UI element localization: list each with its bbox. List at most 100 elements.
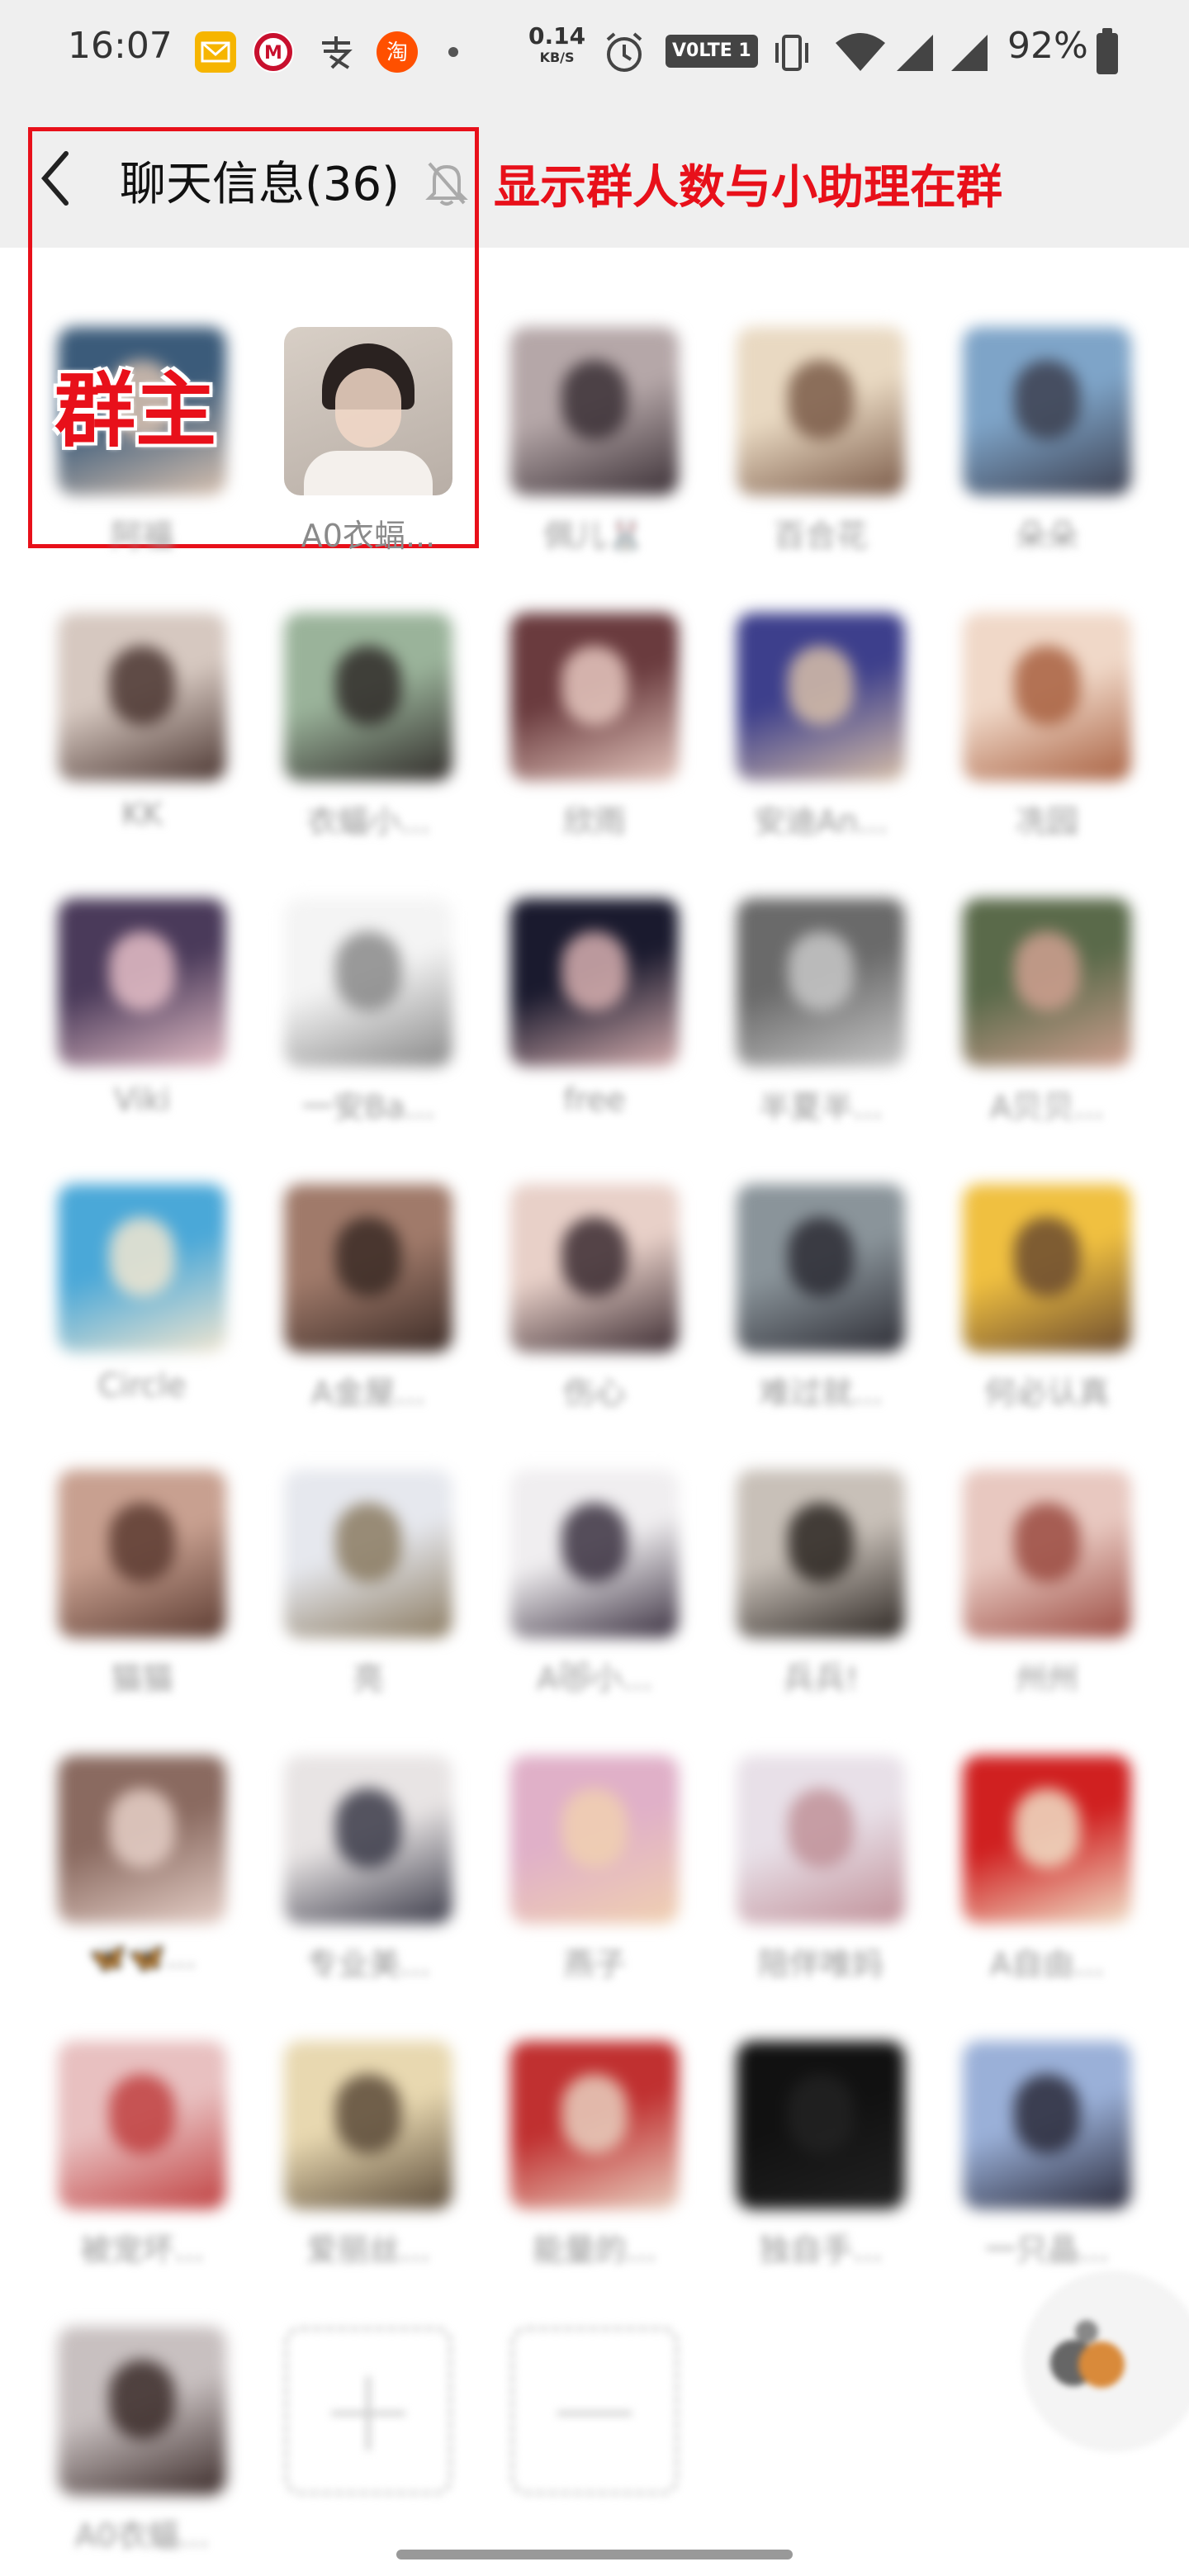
member-item[interactable]: 安迪An... bbox=[722, 555, 920, 840]
member-avatar[interactable] bbox=[963, 613, 1131, 781]
mail-app-icon bbox=[195, 31, 236, 73]
member-avatar[interactable] bbox=[284, 327, 452, 495]
member-avatar[interactable] bbox=[737, 1755, 905, 1924]
member-item[interactable]: A0衣蝠... bbox=[43, 2269, 241, 2554]
member-name: 燕子 bbox=[562, 1946, 626, 1982]
member-avatar[interactable] bbox=[963, 1755, 1131, 1924]
member-avatar[interactable] bbox=[284, 2041, 452, 2209]
taobao-app-icon: 淘 bbox=[377, 31, 418, 73]
member-avatar[interactable] bbox=[58, 1470, 226, 1638]
plus-icon[interactable] bbox=[284, 2327, 452, 2495]
member-avatar[interactable] bbox=[510, 327, 679, 495]
member-avatar[interactable] bbox=[963, 1470, 1131, 1638]
remove-member-button[interactable] bbox=[495, 2269, 694, 2533]
member-item[interactable]: 能量的... bbox=[495, 1983, 694, 2268]
home-indicator[interactable] bbox=[396, 2550, 793, 2559]
member-item[interactable]: A金屋... bbox=[269, 1126, 467, 1411]
member-avatar[interactable] bbox=[737, 898, 905, 1067]
member-avatar[interactable] bbox=[510, 613, 679, 781]
floating-assistant-button[interactable] bbox=[1022, 2271, 1189, 2452]
member-item[interactable]: 猫猫 bbox=[43, 1412, 241, 1697]
member-name: 兵兵! bbox=[783, 1660, 859, 1697]
member-item[interactable]: 州州 bbox=[948, 1412, 1146, 1697]
member-item[interactable]: 何必认真 bbox=[948, 1126, 1146, 1411]
svg-text:M: M bbox=[264, 43, 282, 64]
member-avatar[interactable] bbox=[284, 1755, 452, 1924]
member-item[interactable]: 独自手... bbox=[722, 1983, 920, 2268]
member-item[interactable]: A0衣蝠... bbox=[269, 269, 467, 554]
member-avatar[interactable] bbox=[737, 1184, 905, 1352]
member-item[interactable]: 衣蝠小... bbox=[269, 555, 467, 840]
member-avatar[interactable] bbox=[284, 1184, 452, 1352]
member-avatar[interactable] bbox=[963, 2041, 1131, 2209]
member-item[interactable]: 佩儿🐰 bbox=[495, 269, 694, 554]
member-avatar[interactable] bbox=[58, 2041, 226, 2209]
member-item[interactable]: 🦋🦋... bbox=[43, 1698, 241, 1975]
member-avatar[interactable] bbox=[963, 1184, 1131, 1352]
member-item[interactable]: Circle bbox=[43, 1126, 241, 1404]
member-avatar[interactable] bbox=[58, 1755, 226, 1924]
member-name: Circle bbox=[97, 1367, 187, 1404]
member-name: A贝贝... bbox=[989, 1089, 1105, 1125]
member-avatar[interactable] bbox=[510, 1470, 679, 1638]
member-name: A0衣蝠... bbox=[74, 2517, 210, 2554]
member-name: 专业美... bbox=[306, 1946, 431, 1982]
member-avatar[interactable] bbox=[58, 1184, 226, 1352]
member-avatar[interactable] bbox=[737, 613, 905, 781]
member-item[interactable]: 陪伴唯妈 bbox=[722, 1698, 920, 1982]
member-avatar[interactable] bbox=[58, 898, 226, 1067]
member-avatar[interactable] bbox=[284, 898, 452, 1067]
member-item[interactable]: 亮 bbox=[269, 1412, 467, 1697]
member-item[interactable]: 燕子 bbox=[495, 1698, 694, 1982]
minus-icon[interactable] bbox=[510, 2327, 679, 2495]
member-name: A自由... bbox=[989, 1946, 1105, 1982]
add-member-button[interactable] bbox=[269, 2269, 467, 2533]
member-avatar[interactable] bbox=[510, 1184, 679, 1352]
alarm-icon bbox=[603, 30, 646, 79]
notification-dot-icon bbox=[448, 47, 458, 57]
member-item[interactable]: 爱丽丝... bbox=[269, 1983, 467, 2268]
member-avatar[interactable] bbox=[284, 613, 452, 781]
member-item[interactable]: 冼园 bbox=[948, 555, 1146, 840]
member-item[interactable]: 一安Ba... bbox=[269, 841, 467, 1125]
member-item[interactable]: 难过就... bbox=[722, 1126, 920, 1411]
member-item[interactable]: free bbox=[495, 841, 694, 1118]
member-avatar[interactable] bbox=[58, 613, 226, 781]
member-name: 一只晶... bbox=[984, 2232, 1110, 2268]
member-item[interactable]: 专业美... bbox=[269, 1698, 467, 1982]
member-item[interactable]: 一只晶... bbox=[948, 1983, 1146, 2268]
member-name: 州州 bbox=[1015, 1660, 1078, 1697]
member-name: 亮 bbox=[352, 1660, 384, 1697]
member-name: 阿福 bbox=[110, 518, 173, 554]
member-item[interactable]: 百合花 bbox=[722, 269, 920, 554]
member-name: 伤心 bbox=[562, 1375, 626, 1411]
annotation-member-count: 显示群人数与小助理在群 bbox=[494, 161, 1002, 215]
member-avatar[interactable] bbox=[510, 898, 679, 1067]
member-avatar[interactable] bbox=[510, 2041, 679, 2209]
member-avatar[interactable] bbox=[963, 898, 1131, 1067]
member-avatar[interactable] bbox=[963, 327, 1131, 495]
member-item[interactable]: Viki bbox=[43, 841, 241, 1118]
member-avatar[interactable] bbox=[737, 1470, 905, 1638]
annotation-owner-label: 群主 bbox=[54, 364, 217, 458]
member-item[interactable]: 朵朵 bbox=[948, 269, 1146, 554]
member-avatar[interactable] bbox=[737, 2041, 905, 2209]
member-item[interactable]: 半夏半... bbox=[722, 841, 920, 1125]
member-item[interactable]: A贝贝... bbox=[948, 841, 1146, 1125]
member-item[interactable]: KK bbox=[43, 555, 241, 832]
member-item[interactable]: A😻小... bbox=[495, 1412, 694, 1697]
member-item[interactable]: 欣雨 bbox=[495, 555, 694, 840]
member-name: 被宠坏... bbox=[79, 2232, 205, 2268]
member-item[interactable]: 被宠坏... bbox=[43, 1983, 241, 2268]
member-avatar[interactable] bbox=[284, 1470, 452, 1638]
member-avatar[interactable] bbox=[510, 1755, 679, 1924]
member-item[interactable]: 兵兵! bbox=[722, 1412, 920, 1697]
alipay-app-icon bbox=[315, 31, 357, 73]
member-item[interactable]: A自由... bbox=[948, 1698, 1146, 1982]
member-item[interactable]: 伤心 bbox=[495, 1126, 694, 1411]
member-name: 陪伴唯妈 bbox=[757, 1946, 883, 1982]
member-name: 何必认真 bbox=[983, 1375, 1110, 1411]
member-name: 🦋🦋... bbox=[88, 1939, 197, 1975]
member-avatar[interactable] bbox=[737, 327, 905, 495]
member-avatar[interactable] bbox=[58, 2327, 226, 2495]
